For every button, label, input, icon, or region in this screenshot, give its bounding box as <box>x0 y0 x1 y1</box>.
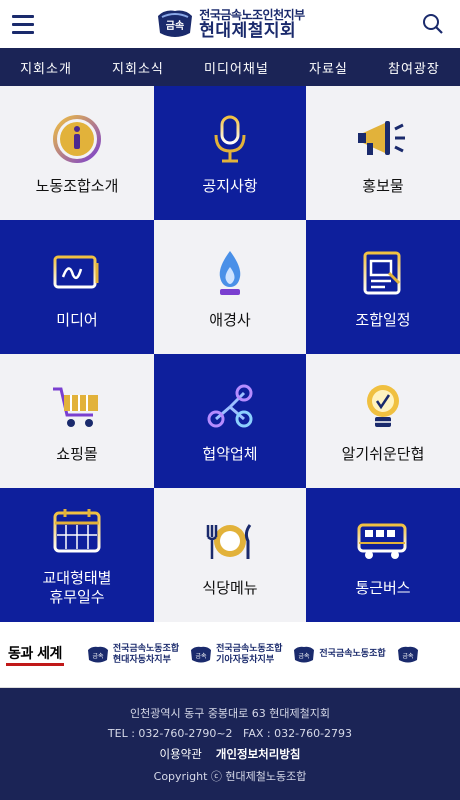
schedule-doc-icon <box>355 245 411 301</box>
nav-item-archive[interactable]: 자료실 <box>309 58 348 77</box>
tile-label: 애경사 <box>209 310 251 329</box>
search-icon[interactable] <box>418 9 448 39</box>
shopping-cart-icon <box>49 379 105 435</box>
footer-contact: TEL : 032-760-2790~2 FAX : 032-760-2793 <box>107 726 353 740</box>
partner-hyundai-motor[interactable]: 금속 전국금속노동조합 현대자동차지부 <box>86 644 179 665</box>
nav-item-media[interactable]: 미디어채널 <box>204 58 269 77</box>
tile-union-intro[interactable]: 노동조합소개 <box>0 86 154 220</box>
menu-icon[interactable] <box>12 9 42 39</box>
svg-text:금속: 금속 <box>402 652 414 660</box>
partner-kia-motors[interactable]: 금속 전국금속노동조합 기아자동차지부 <box>189 644 282 665</box>
nav-item-news[interactable]: 지회소식 <box>112 58 164 77</box>
calendar-icon <box>49 503 105 559</box>
lightbulb-icon <box>355 379 411 435</box>
union-badge-icon: 금속 <box>87 646 108 662</box>
main-nav: 지회소개 지회소식 미디어채널 자료실 참여광장 <box>0 48 460 86</box>
privacy-policy-link[interactable]: 개인정보처리방침 <box>216 746 301 762</box>
bus-icon <box>355 513 411 569</box>
tile-label: 협약업체 <box>202 444 258 463</box>
partner-segye[interactable]: 동과 세계 <box>6 643 64 666</box>
union-badge-icon: 금속 <box>158 10 193 37</box>
footer-address: 인천광역시 동구 중봉대로 63 현대제철지회 <box>129 706 331 720</box>
union-badge-icon: 금속 <box>294 646 315 662</box>
menu-grid: 노동조합소개 공지사항 홍보물 미디어 애경사 조합일정 쇼핑몰 협약업체 알기… <box>0 86 460 622</box>
union-badge-icon: 금속 <box>397 646 418 662</box>
partner-metal-union[interactable]: 금속 전국금속노동조합 <box>292 645 386 665</box>
dining-icon <box>202 513 258 569</box>
site-logo[interactable]: 금속 전국금속노조인천지부 현대제철지회 <box>155 7 305 41</box>
svg-text:금속: 금속 <box>299 652 311 660</box>
tile-easy-agreement[interactable]: 알기쉬운단협 <box>306 354 460 488</box>
network-nodes-icon <box>202 379 258 435</box>
media-screen-icon <box>49 245 105 301</box>
footer-links: 이용약관 개인정보처리방침 <box>160 746 301 762</box>
tile-label: 홍보물 <box>362 176 404 195</box>
flame-icon <box>202 245 258 301</box>
tile-union-schedule[interactable]: 조합일정 <box>306 220 460 354</box>
tile-label: 쇼핑몰 <box>56 444 98 463</box>
tile-cafeteria-menu[interactable]: 식당메뉴 <box>154 488 306 622</box>
partner-banner: 동과 세계 금속 전국금속노동조합 현대자동차지부 금속 전국금속노동조합 기아자동… <box>0 622 460 688</box>
footer: 인천광역시 동구 중봉대로 63 현대제철지회 TEL : 032-760-27… <box>0 688 460 800</box>
microphone-icon <box>202 111 258 167</box>
union-badge-icon: 금속 <box>191 646 212 662</box>
tile-label: 조합일정 <box>355 310 411 329</box>
tile-label: 미디어 <box>56 310 98 329</box>
tile-shift-holidays[interactable]: 교대형태별 휴무일수 <box>0 488 154 622</box>
info-icon <box>49 111 105 167</box>
nav-item-community[interactable]: 참여광장 <box>388 58 440 77</box>
logo-subtitle: 전국금속노조인천지부 <box>199 7 305 22</box>
tile-label: 식당메뉴 <box>202 578 258 597</box>
tile-shopping-mall[interactable]: 쇼핑몰 <box>0 354 154 488</box>
terms-link[interactable]: 이용약관 <box>160 746 202 762</box>
tile-label: 노동조합소개 <box>35 176 119 195</box>
svg-text:금속: 금속 <box>166 20 184 32</box>
svg-text:금속: 금속 <box>196 652 208 660</box>
tile-label: 교대형태별 휴무일수 <box>42 569 112 606</box>
megaphone-icon <box>355 111 411 167</box>
tile-notices[interactable]: 공지사항 <box>154 86 306 220</box>
tile-condolences[interactable]: 애경사 <box>154 220 306 354</box>
tile-label: 공지사항 <box>202 176 258 195</box>
tile-commuter-bus[interactable]: 통근버스 <box>306 488 460 622</box>
tile-label: 통근버스 <box>355 578 411 597</box>
tile-label: 알기쉬운단협 <box>341 444 425 463</box>
header: 금속 전국금속노조인천지부 현대제철지회 <box>0 0 460 48</box>
nav-item-about[interactable]: 지회소개 <box>20 58 72 77</box>
tile-partners[interactable]: 협약업체 <box>154 354 306 488</box>
svg-text:금속: 금속 <box>92 652 104 660</box>
footer-copyright: Copyright ⓒ 현대제철노동조합 <box>153 769 307 783</box>
partner-metal-badge[interactable]: 금속 <box>396 645 420 665</box>
segye-logo-text: 동과 세계 <box>6 643 64 666</box>
logo-title: 현대제철지회 <box>199 20 297 41</box>
tile-promotion[interactable]: 홍보물 <box>306 86 460 220</box>
tile-media[interactable]: 미디어 <box>0 220 154 354</box>
